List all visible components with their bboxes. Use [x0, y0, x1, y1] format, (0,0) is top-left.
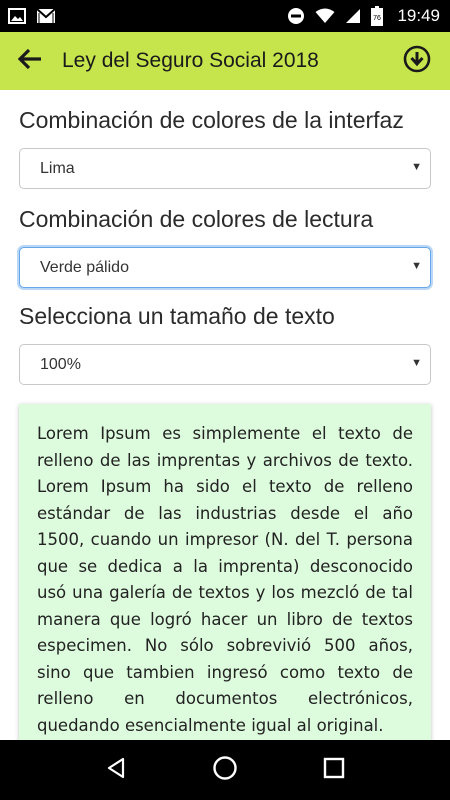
nav-home-button[interactable]	[200, 745, 250, 795]
preview-text: Lorem Ipsum es simplemente el texto de r…	[37, 424, 413, 735]
image-icon	[8, 8, 26, 24]
gmail-icon	[36, 8, 56, 24]
interface-color-label: Combinación de colores de la interfaz	[19, 107, 404, 133]
app-title: Ley del Seguro Social 2018	[62, 49, 319, 72]
back-triangle-icon	[104, 756, 128, 784]
signal-icon	[345, 8, 361, 24]
battery-icon: 76	[371, 6, 384, 26]
nav-back-button[interactable]	[91, 745, 141, 795]
download-button[interactable]	[384, 32, 450, 90]
status-time: 19:49	[397, 6, 440, 25]
reading-preview: Lorem Ipsum es simplemente el texto de r…	[19, 404, 431, 740]
text-size-label: Selecciona un tamaño de texto	[19, 303, 335, 329]
status-right: 76 19:49	[287, 6, 440, 26]
interface-color-value: Lima	[40, 159, 75, 177]
home-circle-icon	[212, 755, 238, 785]
reading-color-value: Verde pálido	[40, 258, 129, 276]
settings-content: Combinación de colores de la interfaz Li…	[0, 90, 450, 740]
reading-color-label: Combinación de colores de lectura	[19, 206, 374, 232]
interface-color-select[interactable]: Lima ▼	[19, 148, 431, 189]
navigation-bar	[0, 740, 450, 800]
wifi-icon	[315, 8, 335, 24]
app-bar: Ley del Seguro Social 2018	[0, 32, 450, 90]
recents-square-icon	[323, 757, 345, 783]
reading-color-select[interactable]: Verde pálido ▼	[19, 247, 431, 288]
download-circle-icon	[403, 45, 431, 77]
battery-level: 76	[374, 15, 382, 22]
text-size-value: 100%	[40, 355, 81, 373]
status-bar: 76 19:49	[0, 0, 450, 32]
back-button[interactable]	[0, 32, 60, 90]
text-size-select[interactable]: 100% ▼	[19, 344, 431, 385]
arrow-back-icon	[17, 48, 42, 74]
status-left	[8, 8, 56, 24]
do-not-disturb-icon	[287, 7, 305, 25]
chevron-down-icon: ▼	[411, 161, 422, 173]
chevron-down-icon: ▼	[411, 357, 422, 369]
nav-recents-button[interactable]	[309, 745, 359, 795]
chevron-down-icon: ▼	[411, 260, 422, 272]
